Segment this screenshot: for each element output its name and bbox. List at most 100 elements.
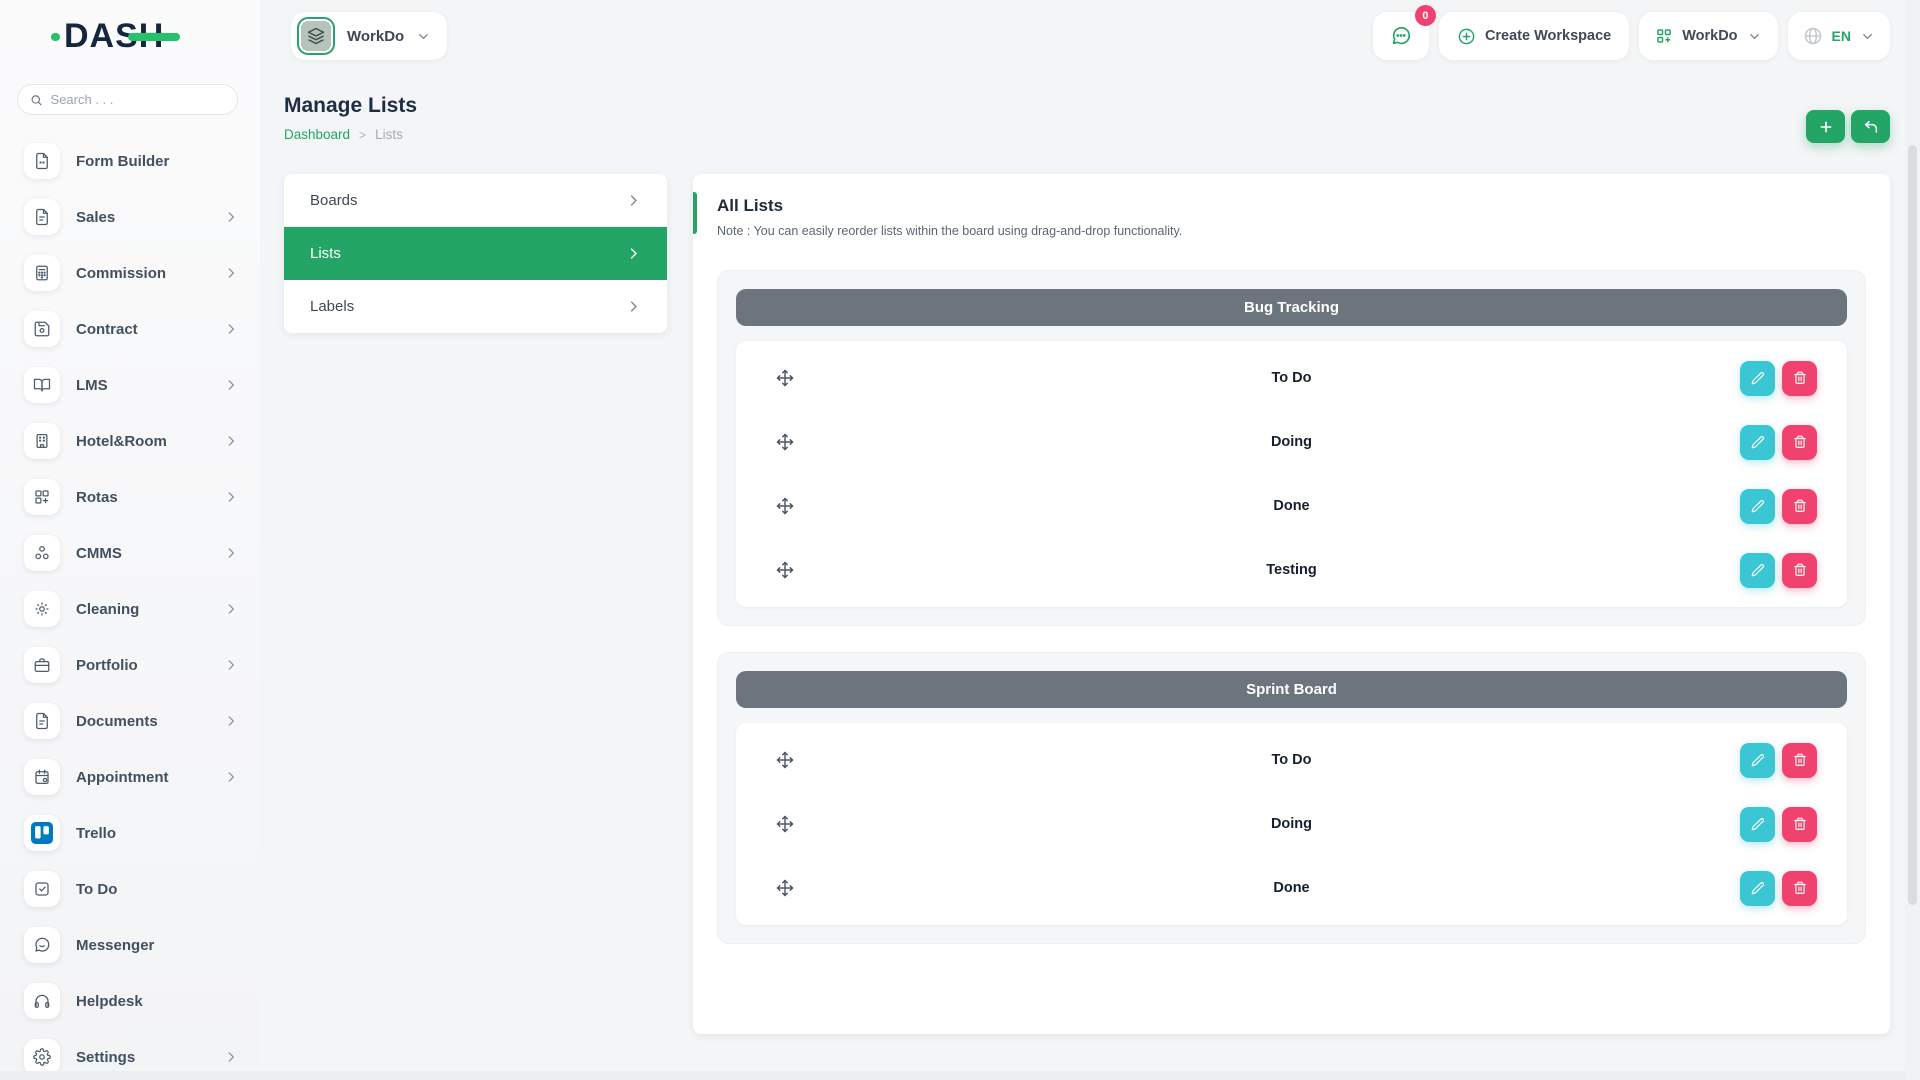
breadcrumb-separator: > <box>359 128 366 142</box>
edit-list-button[interactable] <box>1740 743 1775 778</box>
horizontal-scrollbar[interactable] <box>0 1071 1920 1080</box>
sidebar-icon-tile <box>24 703 60 739</box>
sidebar-nav: Form BuilderSales Commission Contract LMSHo… <box>0 133 260 1080</box>
sidebar-icon-tile <box>24 311 60 347</box>
sidebar-icon-tile <box>24 423 60 459</box>
sidebar-item-cleaning[interactable]: Cleaning <box>0 581 260 637</box>
delete-list-button[interactable] <box>1782 489 1817 524</box>
delete-list-button[interactable] <box>1782 743 1817 778</box>
drag-handle-icon[interactable] <box>776 497 794 515</box>
circles-icon <box>33 544 51 562</box>
menu-item-boards[interactable]: Boards <box>284 174 667 227</box>
sidebar-item-messenger[interactable]: Messenger <box>0 917 260 973</box>
create-workspace-button[interactable]: Create Workspace <box>1439 12 1629 60</box>
trash-icon <box>1793 371 1807 385</box>
row-actions <box>1740 425 1817 460</box>
sidebar-item-documents[interactable]: Documents <box>0 693 260 749</box>
chevron-right-icon <box>626 246 641 261</box>
edit-list-button[interactable] <box>1740 871 1775 906</box>
pencil-icon <box>1751 881 1765 895</box>
app-switcher[interactable]: WorkDo <box>1639 12 1777 60</box>
sidebar-icon-tile <box>24 1039 60 1075</box>
drag-handle-icon[interactable] <box>776 815 794 833</box>
sidebar-item-hotel-room[interactable]: Hotel&Room <box>0 413 260 469</box>
sidebar-item-portfolio[interactable]: Portfolio <box>0 637 260 693</box>
add-button[interactable] <box>1806 110 1845 143</box>
vertical-scrollbar[interactable] <box>1905 0 1920 1080</box>
chevron-right-icon <box>224 210 238 224</box>
brand-logo: DASH <box>0 0 260 72</box>
sidebar-icon-tile <box>24 199 60 235</box>
messages-button[interactable]: 0 <box>1373 12 1429 60</box>
sidebar-item-label: To Do <box>76 881 117 898</box>
sidebar-icon-tile <box>24 367 60 403</box>
panel-note: Note : You can easily reorder lists with… <box>717 224 1866 238</box>
message-icon <box>33 936 51 954</box>
sidebar-item-label: Messenger <box>76 937 154 954</box>
sidebar-item-to-do[interactable]: To Do <box>0 861 260 917</box>
workspace-selector[interactable]: WorkDo <box>291 12 447 60</box>
sidebar-item-trello[interactable]: Trello <box>0 805 260 861</box>
sidebar-item-label: Contract <box>76 321 138 338</box>
sidebar-item-form-builder[interactable]: Form Builder <box>0 133 260 189</box>
sidebar-item-label: Commission <box>76 265 166 282</box>
chat-bubble-icon <box>1390 25 1412 47</box>
delete-list-button[interactable] <box>1782 361 1817 396</box>
sidebar-item-helpdesk[interactable]: Helpdesk <box>0 973 260 1029</box>
search-input[interactable] <box>51 92 225 107</box>
language-label: EN <box>1832 28 1851 44</box>
chevron-down-icon <box>416 29 431 44</box>
row-actions <box>1740 807 1817 842</box>
trash-icon <box>1793 499 1807 513</box>
sidebar-item-sales[interactable]: Sales <box>0 189 260 245</box>
back-button[interactable] <box>1851 110 1890 143</box>
sidebar-item-label: Helpdesk <box>76 993 143 1010</box>
workspace-name: WorkDo <box>347 28 404 45</box>
edit-list-button[interactable] <box>1740 553 1775 588</box>
grid-plus-icon <box>33 488 51 506</box>
sidebar-item-appointment[interactable]: Appointment <box>0 749 260 805</box>
edit-list-button[interactable] <box>1740 807 1775 842</box>
sidebar-item-commission[interactable]: Commission <box>0 245 260 301</box>
row-actions <box>1740 743 1817 778</box>
gear-icon <box>33 1048 51 1066</box>
edit-list-button[interactable] <box>1740 425 1775 460</box>
sidebar-item-rotas[interactable]: Rotas <box>0 469 260 525</box>
edit-list-button[interactable] <box>1740 361 1775 396</box>
file-text-icon <box>33 208 51 226</box>
sidebar-search[interactable] <box>17 84 238 115</box>
chevron-right-icon <box>224 378 238 392</box>
sidebar: DASH Form BuilderSales Commission Contract… <box>0 0 260 1080</box>
sidebar-icon-tile <box>24 759 60 795</box>
delete-list-button[interactable] <box>1782 871 1817 906</box>
all-lists-panel: All Lists Note : You can easily reorder … <box>693 174 1890 1034</box>
drag-handle-icon[interactable] <box>776 433 794 451</box>
edit-list-button[interactable] <box>1740 489 1775 524</box>
delete-list-button[interactable] <box>1782 553 1817 588</box>
check-square-icon <box>33 880 51 898</box>
chevron-right-icon <box>224 490 238 504</box>
drag-handle-icon[interactable] <box>776 879 794 897</box>
delete-list-button[interactable] <box>1782 807 1817 842</box>
file-icon <box>33 152 51 170</box>
chevron-right-icon <box>626 299 641 314</box>
sidebar-icon-tile <box>24 815 60 851</box>
sidebar-item-contract[interactable]: Contract <box>0 301 260 357</box>
delete-list-button[interactable] <box>1782 425 1817 460</box>
menu-item-label: Boards <box>310 192 358 209</box>
board-section-sprint-board: Sprint BoardTo DoDoingDone <box>717 652 1866 944</box>
main-content: Manage Lists Dashboard > Lists BoardsLis… <box>260 72 1890 1034</box>
sidebar-item-cmms[interactable]: CMMS <box>0 525 260 581</box>
drag-handle-icon[interactable] <box>776 751 794 769</box>
list-name: Testing <box>736 562 1847 578</box>
chevron-down-icon <box>1747 29 1762 44</box>
breadcrumb-dashboard-link[interactable]: Dashboard <box>284 127 350 142</box>
vertical-scrollbar-thumb[interactable] <box>1908 145 1917 905</box>
sidebar-item-lms[interactable]: LMS <box>0 357 260 413</box>
language-selector[interactable]: EN <box>1788 12 1890 60</box>
menu-item-lists[interactable]: Lists <box>284 227 667 280</box>
drag-handle-icon[interactable] <box>776 561 794 579</box>
menu-item-labels[interactable]: Labels <box>284 280 667 333</box>
drag-handle-icon[interactable] <box>776 369 794 387</box>
chevron-right-icon <box>224 546 238 560</box>
